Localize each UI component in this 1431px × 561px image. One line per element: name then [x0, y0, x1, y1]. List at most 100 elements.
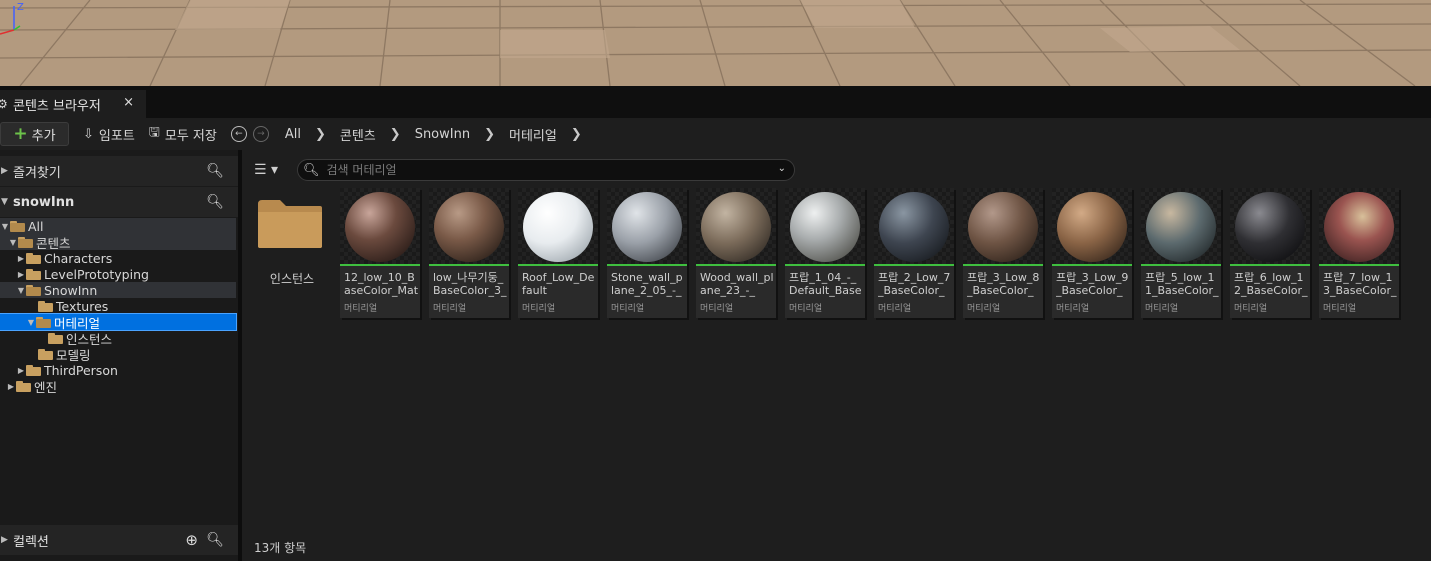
expanded-arrow-icon[interactable]: ▼ — [26, 318, 36, 327]
favorites-header[interactable]: ▶ 즐겨찾기 🔍︎ — [0, 156, 238, 186]
asset-type-bar — [429, 264, 509, 266]
sources-panel: ▶ 즐겨찾기 🔍︎ ▼ snowInn 🔍︎ ▼ All ▼ 콘텐츠 ▶ Cha… — [0, 150, 238, 561]
collapsed-arrow-icon[interactable]: ▶ — [16, 366, 26, 375]
search-icon[interactable]: 🔍︎ — [206, 163, 224, 179]
asset-type: 머티리얼 — [789, 304, 823, 314]
collapsed-arrow-icon[interactable]: ▶ — [16, 270, 26, 279]
asset-tile[interactable]: 프랍_3_Low_9_BaseColor_Mat 머티리얼 — [1052, 188, 1132, 318]
save-all-button[interactable]: 🖫 모두 저장 — [149, 123, 217, 145]
arrow-right-icon: → — [257, 129, 265, 139]
tree-item-characters[interactable]: ▶ Characters — [0, 250, 236, 266]
tree-item-snowinn[interactable]: ▼ SnowInn — [0, 282, 236, 298]
search-input[interactable] — [324, 162, 769, 178]
tree-item-label: LevelPrototyping — [44, 266, 149, 282]
asset-tile[interactable]: low_나무기둥_BaseColor_3_ 머티리얼 — [429, 188, 509, 318]
tab-strip: ⚙ 콘텐츠 브라우저 × — [0, 86, 1431, 118]
tree-item-materials[interactable]: ▼ 머테리얼 — [0, 313, 237, 331]
expanded-arrow-icon[interactable]: ▼ — [8, 238, 18, 247]
breadcrumb-item[interactable]: 콘텐츠 — [340, 125, 376, 144]
asset-tile[interactable]: Roof_Low_Default 머티리얼 — [518, 188, 598, 318]
asset-tile[interactable]: Stone_wall_plane_2_05_-_ 머티리얼 — [607, 188, 687, 318]
material-sphere-icon — [523, 192, 593, 262]
import-label: 임포트 — [98, 128, 135, 144]
collapsed-arrow-icon: ▶ — [1, 535, 8, 545]
material-sphere-icon — [790, 192, 860, 262]
asset-type-bar — [1319, 264, 1399, 266]
content-browser-toolbar: + 추가 ⇩ 임포트 🖫 모두 저장 ← → All ❯ 콘텐츠 ❯ SnowI… — [0, 118, 1431, 150]
asset-tile[interactable]: 프랍_6_low_12_BaseColor_Mat 머티리얼 — [1230, 188, 1310, 318]
material-sphere-icon — [434, 192, 504, 262]
item-count: 13개 항목 — [254, 541, 307, 555]
chevron-down-icon[interactable]: ⌄ — [778, 163, 786, 174]
asset-name: Roof_Low_Default — [522, 271, 595, 297]
collections-header[interactable]: ▶ 컬렉션 ⊕ 🔍︎ — [0, 525, 238, 555]
tab-content-browser[interactable]: ⚙ 콘텐츠 브라우저 × — [0, 90, 146, 118]
expanded-arrow-icon[interactable]: ▼ — [16, 286, 26, 295]
asset-tile[interactable]: 12_low_10_BaseColor_Mat 머티리얼 — [340, 188, 420, 318]
asset-type: 머티리얼 — [522, 304, 556, 314]
folder-icon — [26, 364, 41, 376]
add-button[interactable]: + 추가 — [0, 122, 69, 146]
collapsed-arrow-icon[interactable]: ▶ — [6, 382, 16, 391]
add-label: 추가 — [31, 128, 56, 144]
tree-item-label: Characters — [44, 250, 113, 266]
tree-item-instances[interactable]: 인스턴스 — [0, 330, 236, 347]
tree-item-label: 콘텐츠 — [36, 235, 71, 251]
breadcrumb-chevron-icon[interactable]: ❯ — [484, 127, 495, 142]
save-all-label: 모두 저장 — [164, 128, 217, 144]
tree-item-textures[interactable]: Textures — [0, 298, 236, 314]
asset-name: 프랍_3_Low_8_BaseColor_Mat — [967, 271, 1040, 297]
folder-tile-instances[interactable]: 인스턴스 — [254, 188, 330, 318]
asset-type-bar — [1230, 264, 1310, 266]
material-sphere-icon — [612, 192, 682, 262]
asset-type: 머티리얼 — [967, 304, 1001, 314]
expanded-arrow-icon[interactable]: ▼ — [0, 222, 10, 231]
search-icon[interactable]: 🔍︎ — [206, 194, 224, 210]
breadcrumb-item[interactable]: All — [285, 127, 301, 142]
search-bar[interactable]: 🔍︎ ⌄ — [297, 159, 795, 181]
asset-thumbnail — [1052, 188, 1132, 264]
forward-button[interactable]: → — [252, 126, 269, 142]
folder-tile-label: 인스턴스 — [269, 272, 315, 286]
folder-tree: ▼ All ▼ 콘텐츠 ▶ Characters ▶ LevelPrototyp… — [0, 218, 237, 395]
folder-icon — [16, 380, 31, 392]
breadcrumb-chevron-icon[interactable]: ❯ — [315, 127, 326, 142]
breadcrumb-item[interactable]: SnowInn — [415, 127, 470, 142]
asset-tile[interactable]: 프랍_7_low_13_BaseColor_Mat 머티리얼 — [1319, 188, 1399, 318]
asset-tile[interactable]: 프랍_5_low_11_BaseColor_Mat 머티리얼 — [1141, 188, 1221, 318]
tree-item-content[interactable]: ▼ 콘텐츠 — [0, 234, 236, 251]
tree-item-modeling[interactable]: 모델링 — [0, 346, 236, 363]
project-header[interactable]: ▼ snowInn 🔍︎ — [0, 187, 238, 217]
tree-item-label: ThirdPerson — [44, 362, 118, 378]
tree-item-levelprototyping[interactable]: ▶ LevelPrototyping — [0, 266, 236, 282]
axis-gizmo-icon: Z — [0, 2, 24, 35]
asset-tile[interactable]: 프랍_1_04_-_Default_Base 머티리얼 — [785, 188, 865, 318]
asset-grid: 인스턴스 12_low_10_BaseColor_Mat 머티리얼 low_나무… — [254, 188, 1408, 318]
breadcrumb-chevron-icon[interactable]: ❯ — [571, 127, 582, 142]
folder-open-icon — [10, 220, 25, 232]
asset-tile[interactable]: 프랍_2_Low_7_BaseColor_Mat 머티리얼 — [874, 188, 954, 318]
asset-tile[interactable]: Wood_wall_plane_23_-_ 머티리얼 — [696, 188, 776, 318]
asset-type: 머티리얼 — [1323, 304, 1357, 314]
back-button[interactable]: ← — [230, 126, 247, 142]
asset-name: 12_low_10_BaseColor_Mat — [344, 271, 418, 297]
add-circle-icon[interactable]: ⊕ — [185, 531, 198, 549]
close-icon[interactable]: × — [123, 95, 134, 110]
asset-type-bar — [340, 264, 420, 266]
breadcrumb-chevron-icon[interactable]: ❯ — [390, 127, 401, 142]
asset-type: 머티리얼 — [1234, 304, 1268, 314]
collapsed-arrow-icon[interactable]: ▶ — [16, 254, 26, 263]
material-sphere-icon — [968, 192, 1038, 262]
folder-icon — [26, 252, 41, 264]
breadcrumb-item[interactable]: 머테리얼 — [509, 125, 557, 144]
import-button[interactable]: ⇩ 임포트 — [83, 125, 135, 144]
favorites-label: 즐겨찾기 — [13, 165, 61, 181]
filter-dropdown-icon[interactable]: ☰ ▾ — [254, 162, 278, 178]
search-icon[interactable]: 🔍︎ — [206, 532, 224, 548]
asset-name: 프랍_7_low_13_BaseColor_Mat — [1323, 271, 1397, 297]
tree-item-label: 엔진 — [34, 379, 58, 395]
asset-tile[interactable]: 프랍_3_Low_8_BaseColor_Mat 머티리얼 — [963, 188, 1043, 318]
asset-name: Wood_wall_plane_23_-_ — [700, 271, 774, 297]
tree-item-engine[interactable]: ▶ 엔진 — [0, 378, 236, 395]
level-viewport[interactable]: Z — [0, 0, 1431, 86]
